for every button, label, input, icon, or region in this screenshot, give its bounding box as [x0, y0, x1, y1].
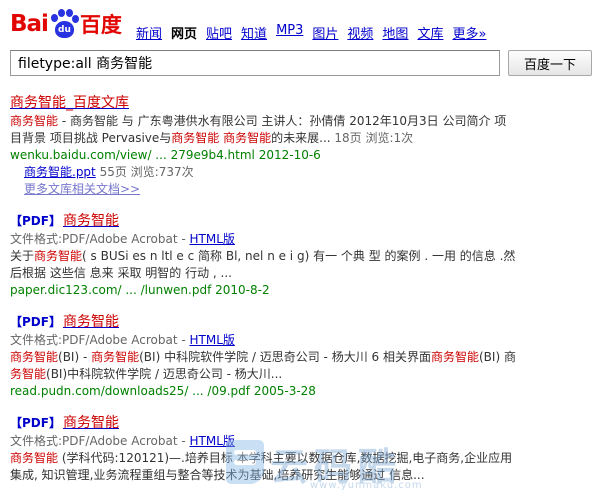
- result-title[interactable]: 商务智能: [63, 213, 119, 229]
- file-format: 文件格式:PDF/Adobe Acrobat - HTML版: [10, 232, 235, 246]
- logo-du-text: du: [54, 21, 74, 38]
- watermark-logo-icon: [226, 440, 264, 484]
- baidu-logo[interactable]: Bai du 百度: [10, 8, 122, 40]
- html-version-link[interactable]: HTML版: [189, 333, 234, 347]
- nav-more[interactable]: 更多»: [452, 23, 486, 42]
- logo-cn-text: 百度: [79, 13, 122, 37]
- search-button[interactable]: 百度一下: [508, 50, 592, 76]
- result-url: paper.dic123.com/ ... /lunwen.pdf 2010-8…: [10, 283, 270, 297]
- nav-zhidao[interactable]: 知道: [241, 23, 267, 42]
- pdf-badge: 【PDF】: [10, 214, 61, 228]
- paw-icon: du: [49, 9, 79, 39]
- nav-map[interactable]: 地图: [382, 23, 408, 42]
- nav-news[interactable]: 新闻: [136, 23, 162, 42]
- file-format: 文件格式:PDF/Adobe Acrobat - HTML版: [10, 333, 235, 347]
- nav-mp3[interactable]: MP3: [276, 23, 303, 42]
- result-snippet: 后根据 这些信 息来 采取 明智的 行动 , ...: [10, 266, 232, 280]
- result-title[interactable]: 商务智能: [63, 415, 119, 431]
- sub-result-link[interactable]: 商务智能.ppt: [24, 165, 96, 179]
- pdf-badge: 【PDF】: [10, 315, 61, 329]
- more-wenku-link[interactable]: 更多文库相关文档>>: [24, 182, 140, 196]
- nav-images[interactable]: 图片: [312, 23, 338, 42]
- result-item: 【PDF】 商务智能 文件格式:PDF/Adobe Acrobat - HTML版…: [10, 313, 590, 400]
- watermark-url: www.yunmaku.com: [310, 480, 423, 491]
- result-item: 【PDF】 商务智能 文件格式:PDF/Adobe Acrobat - HTML版…: [10, 212, 590, 299]
- result-url: read.pudn.com/downloads25/ ... /09.pdf 2…: [10, 384, 316, 398]
- logo-bai-text: Bai: [10, 11, 49, 37]
- nav-web[interactable]: 网页: [171, 23, 197, 42]
- sub-result: 商务智能.ppt 55页 浏览:737次 更多文库相关文档>>: [24, 165, 194, 196]
- header: Bai du 百度 新闻 网页 贴吧 知道 MP3 图片 视频 地图 文库 更多…: [0, 0, 600, 46]
- result-snippet: 关于商务智能( s BUSi es n ltl e c 简称 Bl, nel n…: [10, 249, 516, 263]
- search-bar: 百度一下: [10, 50, 592, 76]
- nav-tieba[interactable]: 贴吧: [206, 23, 232, 42]
- pdf-badge: 【PDF】: [10, 416, 61, 430]
- result-url: wenku.baidu.com/view/ ... 279e9b4.html 2…: [10, 148, 321, 162]
- result-title[interactable]: 商务智能_百度文库: [10, 95, 129, 111]
- search-input[interactable]: [10, 50, 500, 76]
- top-nav: 新闻 网页 贴吧 知道 MP3 图片 视频 地图 文库 更多»: [136, 23, 495, 42]
- result-snippet: 务智能(BI)中科院软件学院 / 迈思奇公司 - 杨大川...: [10, 367, 283, 381]
- result-item: 商务智能_百度文库 商务智能 - 商务智能 与 广东粤港供水有限公司 主讲人：孙…: [10, 94, 590, 198]
- nav-wenku[interactable]: 文库: [417, 23, 443, 42]
- watermark: 云码酷 www.yunmaku.com: [226, 440, 446, 494]
- result-snippet: 商务智能(BI) - 商务智能(BI) 中科院软件学院 / 迈思奇公司 - 杨大…: [10, 350, 516, 364]
- result-title[interactable]: 商务智能: [63, 314, 119, 330]
- html-version-link[interactable]: HTML版: [189, 232, 234, 246]
- result-snippet: 目背景 项目挑战 Pervasive与商务智能 商务智能的未来展... 18页 …: [10, 131, 414, 145]
- result-snippet: 商务智能 - 商务智能 与 广东粤港供水有限公司 主讲人：孙倩倩 2012年10…: [10, 114, 507, 128]
- nav-video[interactable]: 视频: [347, 23, 373, 42]
